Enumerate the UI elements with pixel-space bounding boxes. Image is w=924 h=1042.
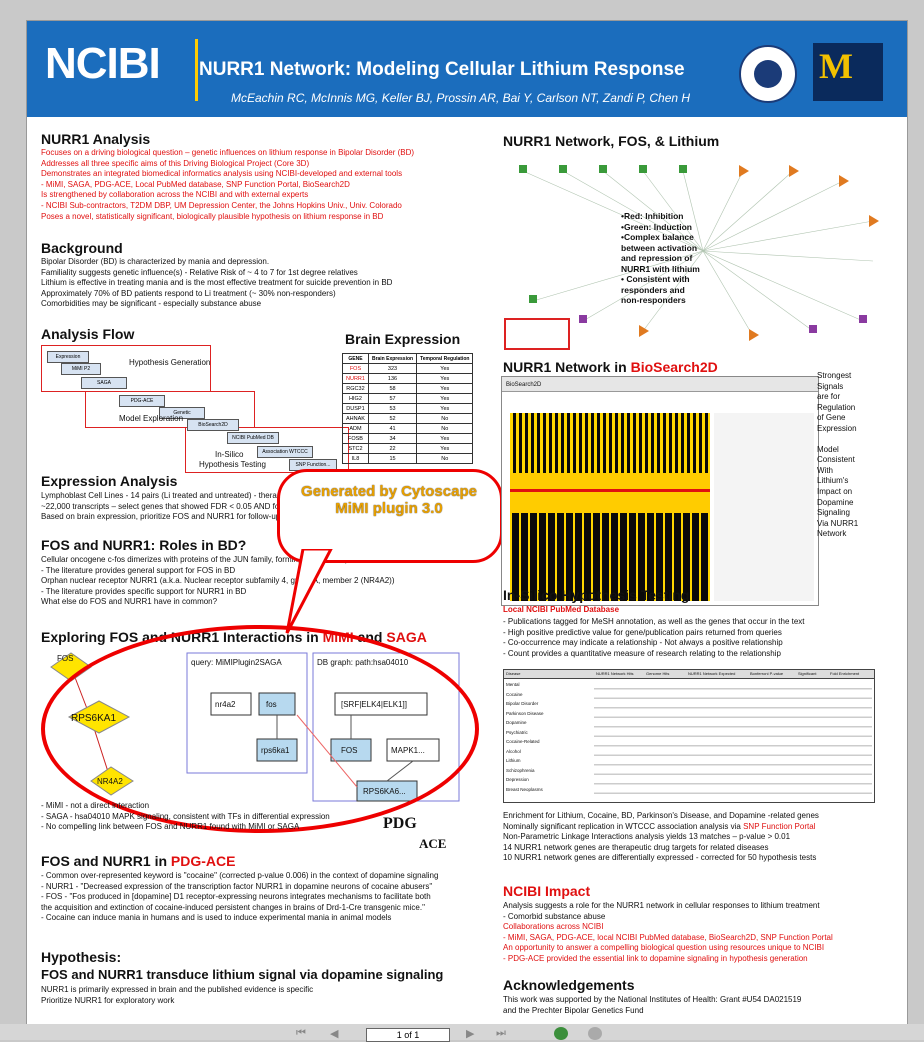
insilico-after-text: Enrichment for Lithium, Cocaine, BD, Par… bbox=[503, 811, 819, 863]
ace-logo: ACE bbox=[419, 836, 447, 851]
column-header: GENE bbox=[342, 353, 369, 364]
impact-text: Analysis suggests a role for the NURR1 n… bbox=[503, 901, 833, 963]
back-icon[interactable] bbox=[554, 1027, 568, 1040]
pdg-logo: PDG bbox=[383, 815, 417, 832]
flow-label: Hypothesis Generation bbox=[129, 358, 211, 367]
pubmed-results-table: Disease NURR1 Network Hits Genome Hits N… bbox=[503, 669, 875, 803]
flow-label: Model Exploration bbox=[119, 414, 184, 423]
table-row: FOS 323 Yes bbox=[342, 363, 474, 374]
biosearch-toolbar bbox=[502, 377, 818, 392]
nih-seal-logo bbox=[739, 45, 797, 103]
flow-step: SAGA bbox=[81, 377, 127, 389]
um-logo-letter: M bbox=[819, 46, 853, 86]
insilico-subheading: Local NCIBI PubMed Database bbox=[503, 605, 620, 614]
insilico-text: - Publications tagged for MeSH annotatio… bbox=[503, 617, 805, 658]
flow-step: Expression bbox=[47, 351, 89, 363]
network-highlight-box bbox=[504, 318, 570, 350]
poster: NCIBI NURR1 Network: Modeling Cellular L… bbox=[26, 20, 908, 1026]
nurr1-analysis-text: Focuses on a driving biological question… bbox=[41, 148, 415, 221]
pdg-ace-heading: FOS and NURR1 in PDG-ACE bbox=[41, 853, 236, 869]
table-row: ADM 41 No bbox=[342, 423, 474, 434]
impact-heading: NCIBI Impact bbox=[503, 883, 591, 899]
analysis-flow-heading: Analysis Flow bbox=[41, 326, 135, 342]
callout-pointer bbox=[285, 549, 333, 634]
hypothesis-subheading: FOS and NURR1 transduce lithium signal v… bbox=[41, 967, 444, 982]
flow-step: MiMI P2 bbox=[61, 363, 101, 375]
results-disease-column: Mental Cocaine Bipolar Disorder Parkinso… bbox=[506, 682, 544, 792]
hypothesis-text: NURR1 is primarily expressed in brain an… bbox=[41, 985, 314, 1005]
brain-expression-table: GENE Brain Expression Temporal Regulatio… bbox=[342, 353, 474, 464]
graph-label-fos: FOS bbox=[57, 654, 74, 663]
biosearch-notes: Strongest Signals are for Regulation of … bbox=[817, 371, 859, 539]
flow-step: Association WTCCC bbox=[257, 446, 313, 458]
network-legend: •Red: Inhibition •Green: Induction •Comp… bbox=[621, 211, 700, 305]
biosearch-heading: NURR1 Network in BioSearch2D bbox=[503, 359, 718, 375]
heatmap-grid bbox=[510, 413, 710, 601]
next-page-icon[interactable]: ▶ bbox=[466, 1027, 474, 1040]
network-heading: NURR1 Network, FOS, & Lithium bbox=[503, 133, 720, 149]
flow-step: NCIBI PubMed DB bbox=[227, 432, 279, 444]
biosearch-screenshot: BioSearch2D bbox=[501, 376, 819, 606]
ack-text: This work was supported by the National … bbox=[503, 995, 802, 1015]
brain-expression-heading: Brain Expression bbox=[345, 331, 461, 347]
expression-analysis-heading: Expression Analysis bbox=[41, 473, 178, 489]
table-row: STC2 22 Yes bbox=[342, 443, 474, 454]
flow-label: Hypothesis Testing bbox=[199, 460, 266, 469]
viewer-toolbar bbox=[0, 1024, 924, 1040]
previous-page-icon[interactable]: ◀ bbox=[330, 1027, 338, 1040]
pdg-ace-text: - Common over-represented keyword is "co… bbox=[41, 871, 439, 923]
insilico-heading: In-Silico Hypothesis Testing bbox=[503, 587, 690, 603]
background-heading: Background bbox=[41, 240, 123, 256]
nurr1-analysis-heading: NURR1 Analysis bbox=[41, 131, 151, 147]
exploring-text: - MiMI - not a direct interaction - SAGA… bbox=[41, 801, 330, 832]
ncibi-logo: NCIBI bbox=[45, 39, 161, 88]
banner-divider bbox=[195, 39, 198, 101]
biosearch-app-name: BioSearch2D bbox=[506, 382, 542, 388]
background-text: Bipolar Disorder (BD) is characterized b… bbox=[41, 257, 393, 309]
first-page-icon[interactable]: ⏮ bbox=[296, 1027, 306, 1040]
forward-icon[interactable] bbox=[588, 1027, 602, 1040]
table-row: FOSB 34 Yes bbox=[342, 433, 474, 444]
column-header: Temporal Regulation bbox=[416, 353, 474, 364]
last-page-icon[interactable]: ⏭ bbox=[496, 1027, 506, 1040]
poster-title: NURR1 Network: Modeling Cellular Lithium… bbox=[199, 59, 685, 80]
table-row: IL8 15 No bbox=[342, 453, 474, 464]
column-header: Brain Expression bbox=[367, 353, 418, 364]
poster-authors: McEachin RC, McInnis MG, Keller BJ, Pros… bbox=[231, 91, 691, 105]
table-row: NURR1 136 Yes bbox=[342, 373, 474, 384]
ack-heading: Acknowledgements bbox=[503, 977, 635, 993]
results-cells bbox=[594, 680, 872, 798]
table-row: AHNAK 52 No bbox=[342, 413, 474, 424]
biosearch-side-list bbox=[714, 413, 814, 601]
cytoscape-callout-text: Generated by Cytoscape MiMI plugin 3.0 bbox=[301, 483, 477, 517]
table-row: RGC32 58 Yes bbox=[342, 383, 474, 394]
hypothesis-heading: Hypothesis: bbox=[41, 949, 122, 965]
table-row: DUSP1 53 Yes bbox=[342, 403, 474, 414]
table-row: HIG2 57 Yes bbox=[342, 393, 474, 404]
fos-roles-heading: FOS and NURR1: Roles in BD? bbox=[41, 537, 247, 553]
results-header-row: Disease NURR1 Network Hits Genome Hits N… bbox=[504, 670, 874, 679]
flow-step: PDG-ACE bbox=[119, 395, 165, 407]
flow-label: In-Silico bbox=[215, 450, 244, 459]
flow-step: BioSearch2D bbox=[187, 419, 239, 431]
